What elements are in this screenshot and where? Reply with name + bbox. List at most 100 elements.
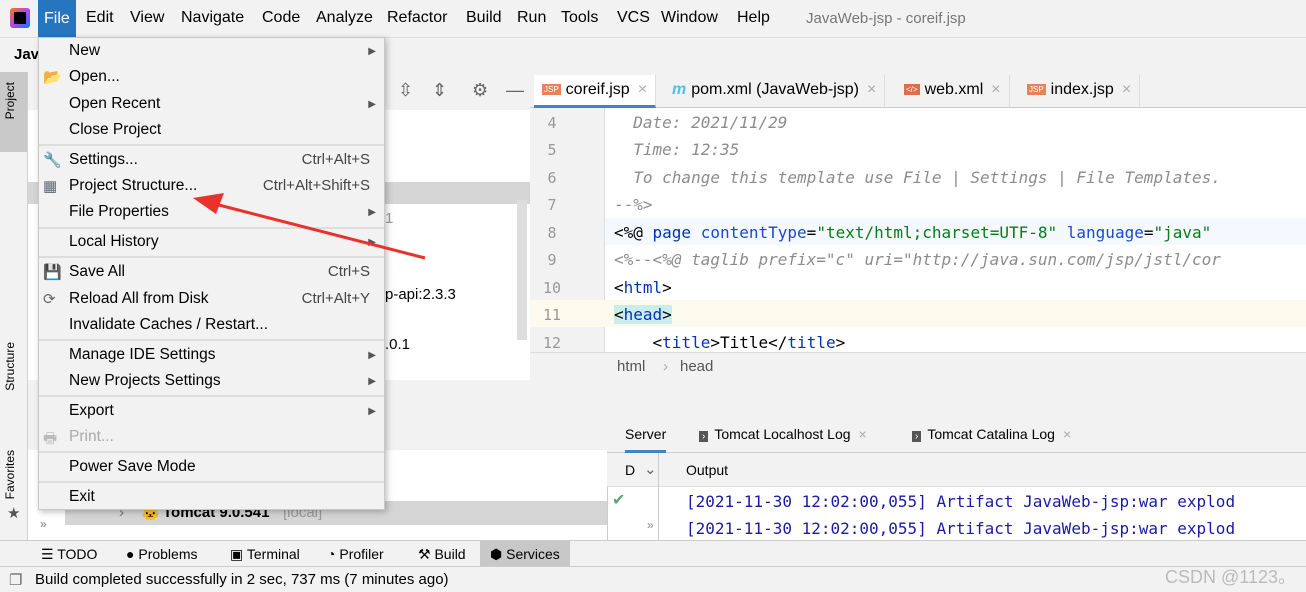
services-button[interactable]: ⬢ Services (480, 541, 570, 566)
menu-view[interactable]: View (130, 9, 164, 27)
code-line: To change this template use File | Setti… (614, 168, 1221, 187)
menu-file[interactable]: File (38, 0, 76, 37)
menu-refactor[interactable]: Refactor (387, 9, 447, 27)
layout-icon[interactable]: ❐ (9, 571, 22, 589)
line-number: 6 (547, 169, 557, 187)
tab-coreif-jsp[interactable]: JSP coreif.jsp × (534, 75, 657, 108)
tab-localhost-log[interactable]: › Tomcat Localhost Log × (699, 426, 867, 442)
submenu-arrow-icon: ▶ (368, 406, 376, 417)
menu-window[interactable]: Window (661, 9, 718, 27)
menu-edit[interactable]: Edit (86, 9, 114, 27)
menu-vcs[interactable]: VCS (617, 9, 650, 27)
menu-item-save-all[interactable]: Save All (69, 263, 125, 281)
console-icon: › (912, 431, 922, 442)
tab-label: coreif.jsp (565, 81, 630, 98)
label: Build (434, 546, 466, 562)
wrench-icon: 🔧 (43, 152, 62, 169)
window-title: JavaWeb-jsp - coreif.jsp (806, 10, 966, 27)
menu-run[interactable]: Run (517, 9, 546, 27)
menu-item-power-save[interactable]: Power Save Mode (69, 458, 196, 476)
server-tabs: Server › Tomcat Localhost Log × › Tomcat Ca… (607, 415, 1306, 453)
more-icon[interactable]: » (40, 517, 47, 531)
submenu-arrow-icon: ▶ (368, 99, 376, 110)
code-token: "java" (1153, 223, 1212, 242)
menu-item-local-history[interactable]: Local History (69, 233, 159, 251)
tab-label: index.jsp (1050, 81, 1114, 98)
todo-button[interactable]: ☰ TODO (41, 546, 97, 563)
expand-all-icon[interactable]: ⇳ (398, 80, 413, 101)
intellij-logo-icon (10, 8, 30, 28)
project-breadcrumb[interactable]: Jav (14, 46, 39, 63)
scrollbar[interactable] (517, 200, 527, 340)
menu-item-file-properties[interactable]: File Properties (69, 203, 169, 221)
menu-item-open-recent[interactable]: Open Recent (69, 95, 160, 113)
jsp-icon: JSP (1027, 84, 1046, 96)
profiler-button[interactable]: ◔ Profiler (327, 546, 384, 562)
close-icon[interactable]: × (638, 81, 647, 98)
menu-code[interactable]: Code (262, 9, 300, 27)
menu-build[interactable]: Build (466, 9, 502, 27)
code-line: Date: 2021/11/29 (614, 113, 788, 132)
close-icon[interactable]: × (1122, 81, 1131, 98)
project-side-tab[interactable]: Project (3, 82, 17, 119)
structure-side-tab[interactable]: Structure (3, 342, 17, 391)
gear-icon[interactable]: ⚙ (472, 80, 488, 101)
code-line: <%--<%@ taglib prefix="c" uri="http://ja… (614, 250, 1221, 269)
menu-item-export[interactable]: Export (69, 402, 114, 420)
build-button[interactable]: ⚒ Build (418, 546, 466, 563)
collapse-all-icon[interactable]: ⇕ (432, 80, 447, 101)
terminal-button[interactable]: ▣ Terminal (230, 546, 300, 563)
tree-text: p-api:2.3.3 (385, 286, 456, 303)
menu-help[interactable]: Help (737, 9, 770, 27)
menu-item-invalidate-caches[interactable]: Invalidate Caches / Restart... (69, 316, 268, 334)
tab-index-jsp[interactable]: JSP index.jsp × (1019, 75, 1141, 108)
shortcut: Ctrl+Alt+Shift+S (262, 177, 370, 194)
folder-open-icon: 📂 (43, 69, 62, 86)
hide-icon[interactable]: — (506, 80, 524, 101)
chevron-down-icon[interactable]: ⌄ (644, 460, 657, 478)
separator (39, 451, 384, 453)
close-icon[interactable]: × (991, 81, 1000, 98)
menu-item-new-projects-settings[interactable]: New Projects Settings (69, 372, 221, 390)
tab-catalina-log[interactable]: › Tomcat Catalina Log × (912, 426, 1071, 442)
tab-server[interactable]: Server (625, 426, 667, 453)
breadcrumb-item[interactable]: html (617, 358, 645, 375)
code-line: Time: 12:35 (614, 140, 740, 159)
code-token: contentType (700, 223, 807, 242)
line-number: 7 (547, 196, 557, 214)
problems-button[interactable]: ● Problems (126, 546, 198, 562)
submenu-arrow-icon: ▶ (368, 46, 376, 57)
tree-text: .0.1 (385, 336, 411, 353)
menu-navigate[interactable]: Navigate (181, 9, 244, 27)
separator (39, 256, 384, 258)
label: Profiler (339, 546, 384, 562)
code-token: title (787, 333, 836, 352)
shortcut: Ctrl+Alt+Y (301, 290, 370, 307)
breadcrumb-item[interactable]: head (680, 358, 713, 375)
close-icon[interactable]: × (1063, 426, 1071, 442)
menu-tools[interactable]: Tools (561, 9, 598, 27)
column-d: D (625, 462, 636, 478)
menu-item-open[interactable]: Open... (69, 68, 120, 86)
menu-item-new[interactable]: New (69, 42, 100, 60)
menu-item-project-structure[interactable]: Project Structure... (69, 177, 197, 195)
tab-label: Tomcat Catalina Log (927, 426, 1055, 442)
tab-pom-xml[interactable]: m pom.xml (JavaWeb-jsp) × (664, 75, 886, 108)
menu-item-exit[interactable]: Exit (69, 488, 95, 506)
code-line: <html> (614, 278, 672, 297)
check-icon: ✔ (612, 492, 626, 509)
menu-item-manage-ide-settings[interactable]: Manage IDE Settings (69, 346, 215, 364)
menu-item-reload[interactable]: Reload All from Disk (69, 290, 209, 308)
menu-item-settings[interactable]: Settings... (69, 151, 138, 169)
more-icon[interactable]: » (647, 518, 654, 532)
output-label: Output (686, 462, 729, 478)
close-icon[interactable]: × (859, 426, 867, 442)
favorites-side-tab[interactable]: Favorites (3, 450, 17, 499)
console-icon: › (699, 431, 709, 442)
tab-web-xml[interactable]: </> web.xml × (896, 75, 1010, 108)
close-icon[interactable]: × (867, 81, 876, 98)
line-number: 5 (547, 141, 557, 159)
shortcut: Ctrl+Alt+S (301, 151, 370, 168)
menu-analyze[interactable]: Analyze (316, 9, 373, 27)
menu-item-close-project[interactable]: Close Project (69, 121, 161, 139)
